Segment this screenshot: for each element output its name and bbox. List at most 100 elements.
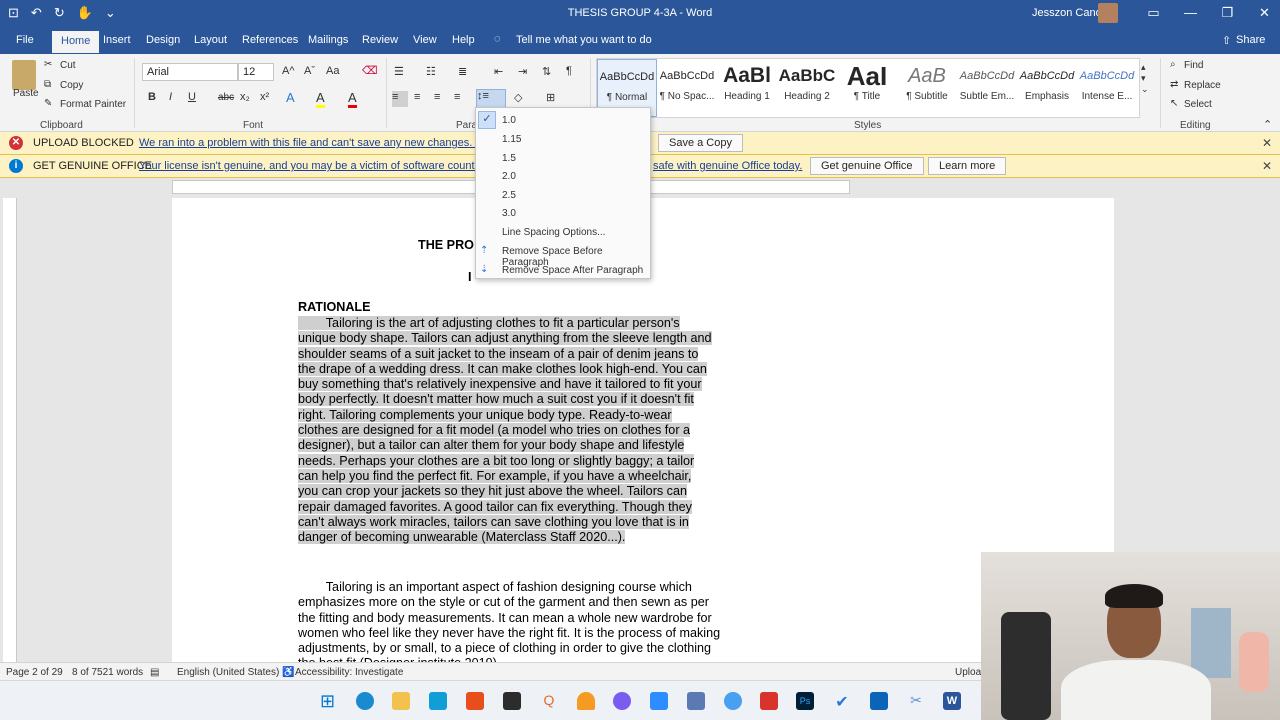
format-painter-icon[interactable]: ✎: [44, 98, 52, 109]
accessibility-checker[interactable]: Accessibility: Investigate: [295, 667, 403, 678]
paste-button[interactable]: Paste: [13, 88, 39, 99]
browser-icon[interactable]: [724, 692, 742, 710]
borders-icon[interactable]: ⊞: [546, 91, 555, 104]
grow-font-icon[interactable]: A^: [282, 65, 295, 77]
find-button[interactable]: Find: [1184, 60, 1203, 71]
learn-more-button[interactable]: Learn more: [928, 157, 1007, 175]
style-emphasis[interactable]: AaBbCcDd Emphasis: [1017, 59, 1077, 117]
justify-icon[interactable]: ≡: [454, 91, 460, 103]
line-spacing-option-3-0[interactable]: 3.0: [502, 208, 516, 219]
multilevel-list-icon[interactable]: ≣: [458, 65, 467, 78]
increase-indent-icon[interactable]: ⇥: [518, 65, 527, 78]
close-icon[interactable]: ✕: [1262, 136, 1272, 150]
sort-icon[interactable]: ⇅: [542, 65, 551, 78]
calculator-icon[interactable]: [687, 692, 705, 710]
avatar[interactable]: [1098, 3, 1118, 23]
word-icon[interactable]: W: [943, 692, 961, 710]
align-center-icon[interactable]: ≡: [414, 91, 420, 103]
share-button[interactable]: Share: [1236, 34, 1265, 46]
line-spacing-options-link[interactable]: Line Spacing Options...: [502, 227, 605, 238]
photoshop-icon[interactable]: Ps: [796, 692, 814, 710]
font-size-select[interactable]: 12: [238, 63, 274, 81]
tailoring-paragraph[interactable]: Tailoring is an important aspect of fash…: [298, 580, 740, 672]
user-name[interactable]: Jesszon Cano: [1032, 7, 1102, 19]
word-count[interactable]: 8 of 7521 words: [72, 667, 143, 678]
cut-button[interactable]: Cut: [60, 60, 76, 71]
rationale-paragraph[interactable]: Tailoring is the art of adjusting clothe…: [298, 316, 740, 545]
clear-formatting-icon[interactable]: ⌫: [362, 64, 378, 77]
terminal-icon[interactable]: [503, 692, 521, 710]
snipping-tool-icon[interactable]: ✂: [907, 692, 925, 710]
underline-button[interactable]: U: [188, 91, 196, 103]
office-icon[interactable]: [466, 692, 484, 710]
remove-space-after-option[interactable]: Remove Space After Paragraph: [502, 265, 643, 276]
page-count[interactable]: Page 2 of 29: [6, 667, 63, 678]
language-indicator[interactable]: English (United States): [177, 667, 279, 678]
style-heading-1[interactable]: AaBl Heading 1: [717, 59, 777, 117]
restore-button[interactable]: ❐: [1209, 5, 1246, 21]
line-spacing-option-1-0[interactable]: 1.0: [502, 115, 516, 126]
tab-references[interactable]: References: [242, 34, 298, 46]
upload-blocked-message[interactable]: We ran into a problem with this file and…: [139, 137, 518, 149]
line-spacing-option-1-5[interactable]: 1.5: [502, 153, 516, 164]
font-name-select[interactable]: Arial: [142, 63, 238, 81]
minimize-button[interactable]: —: [1172, 5, 1209, 21]
ribbon-display-options-icon[interactable]: ▭: [1135, 5, 1172, 21]
get-genuine-office-button[interactable]: Get genuine Office: [810, 157, 924, 175]
shading-icon[interactable]: ◇: [514, 91, 522, 104]
copy-button[interactable]: Copy: [60, 80, 83, 91]
bullets-icon[interactable]: ☰: [394, 65, 404, 78]
cloud-app-icon[interactable]: [577, 692, 595, 710]
tab-file[interactable]: File: [16, 34, 34, 46]
font-color-icon[interactable]: A: [348, 90, 357, 108]
store-icon[interactable]: [429, 692, 447, 710]
style-intense-emphasis[interactable]: AaBbCcDd Intense E...: [1077, 59, 1137, 117]
tab-review[interactable]: Review: [362, 34, 398, 46]
style-subtle-emphasis[interactable]: AaBbCcDd Subtle Em...: [957, 59, 1017, 117]
text-effects-icon[interactable]: A: [286, 90, 295, 105]
align-left-icon[interactable]: ≡: [392, 91, 408, 107]
genuine-office-message[interactable]: Your license isn't genuine, and you may …: [139, 160, 508, 172]
proofing-icon[interactable]: ▤: [150, 667, 159, 678]
close-button[interactable]: ✕: [1246, 5, 1280, 21]
zoom-icon[interactable]: [650, 692, 668, 710]
vertical-ruler[interactable]: [3, 198, 17, 662]
highlight-color-icon[interactable]: A: [316, 90, 325, 108]
tab-home[interactable]: Home: [52, 31, 100, 53]
replace-icon[interactable]: ⇄: [1170, 79, 1178, 90]
style-title[interactable]: AaI ¶ Title: [837, 59, 897, 117]
find-icon[interactable]: ⌕: [1170, 59, 1176, 70]
line-spacing-option-1-15[interactable]: 1.15: [502, 134, 521, 145]
tab-insert[interactable]: Insert: [103, 34, 131, 46]
messenger-icon[interactable]: [613, 692, 631, 710]
edge-browser-icon[interactable]: [356, 692, 374, 710]
style-subtitle[interactable]: AaB ¶ Subtitle: [897, 59, 957, 117]
todo-icon[interactable]: ✔: [833, 692, 851, 711]
collapse-ribbon-icon[interactable]: ⌃: [1263, 118, 1272, 131]
tab-mailings[interactable]: Mailings: [308, 34, 348, 46]
windows-start-icon[interactable]: ⊞: [320, 692, 338, 710]
replace-button[interactable]: Replace: [1184, 80, 1221, 91]
shrink-font-icon[interactable]: Aˇ: [304, 65, 315, 77]
select-button[interactable]: Select: [1184, 99, 1212, 110]
format-painter-button[interactable]: Format Painter: [60, 99, 126, 110]
strikethrough-button[interactable]: abc: [218, 92, 234, 103]
numbering-icon[interactable]: ☷: [426, 65, 436, 78]
change-case-icon[interactable]: Aa: [326, 65, 339, 77]
line-spacing-option-2-0[interactable]: 2.0: [502, 171, 516, 182]
save-a-copy-button[interactable]: Save a Copy: [658, 134, 743, 152]
genuine-office-message-end[interactable]: safe with genuine Office today.: [653, 160, 802, 172]
styles-scroll-icon[interactable]: ▴ ▾ ⌄: [1141, 62, 1149, 95]
bold-button[interactable]: B: [148, 91, 156, 103]
app-icon[interactable]: Q: [540, 692, 558, 710]
cut-icon[interactable]: ✂: [44, 59, 52, 70]
subscript-button[interactable]: x₂: [240, 91, 250, 103]
paste-icon[interactable]: [12, 60, 36, 90]
style-no-spacing[interactable]: AaBbCcDd ¶ No Spac...: [657, 59, 717, 117]
copy-icon[interactable]: ⧉: [44, 79, 51, 90]
line-spacing-option-2-5[interactable]: 2.5: [502, 190, 516, 201]
style-heading-2[interactable]: AaBbC Heading 2: [777, 59, 837, 117]
line-spacing-button[interactable]: ↕≡: [476, 89, 506, 109]
outlook-icon[interactable]: [870, 692, 888, 710]
tab-layout[interactable]: Layout: [194, 34, 227, 46]
